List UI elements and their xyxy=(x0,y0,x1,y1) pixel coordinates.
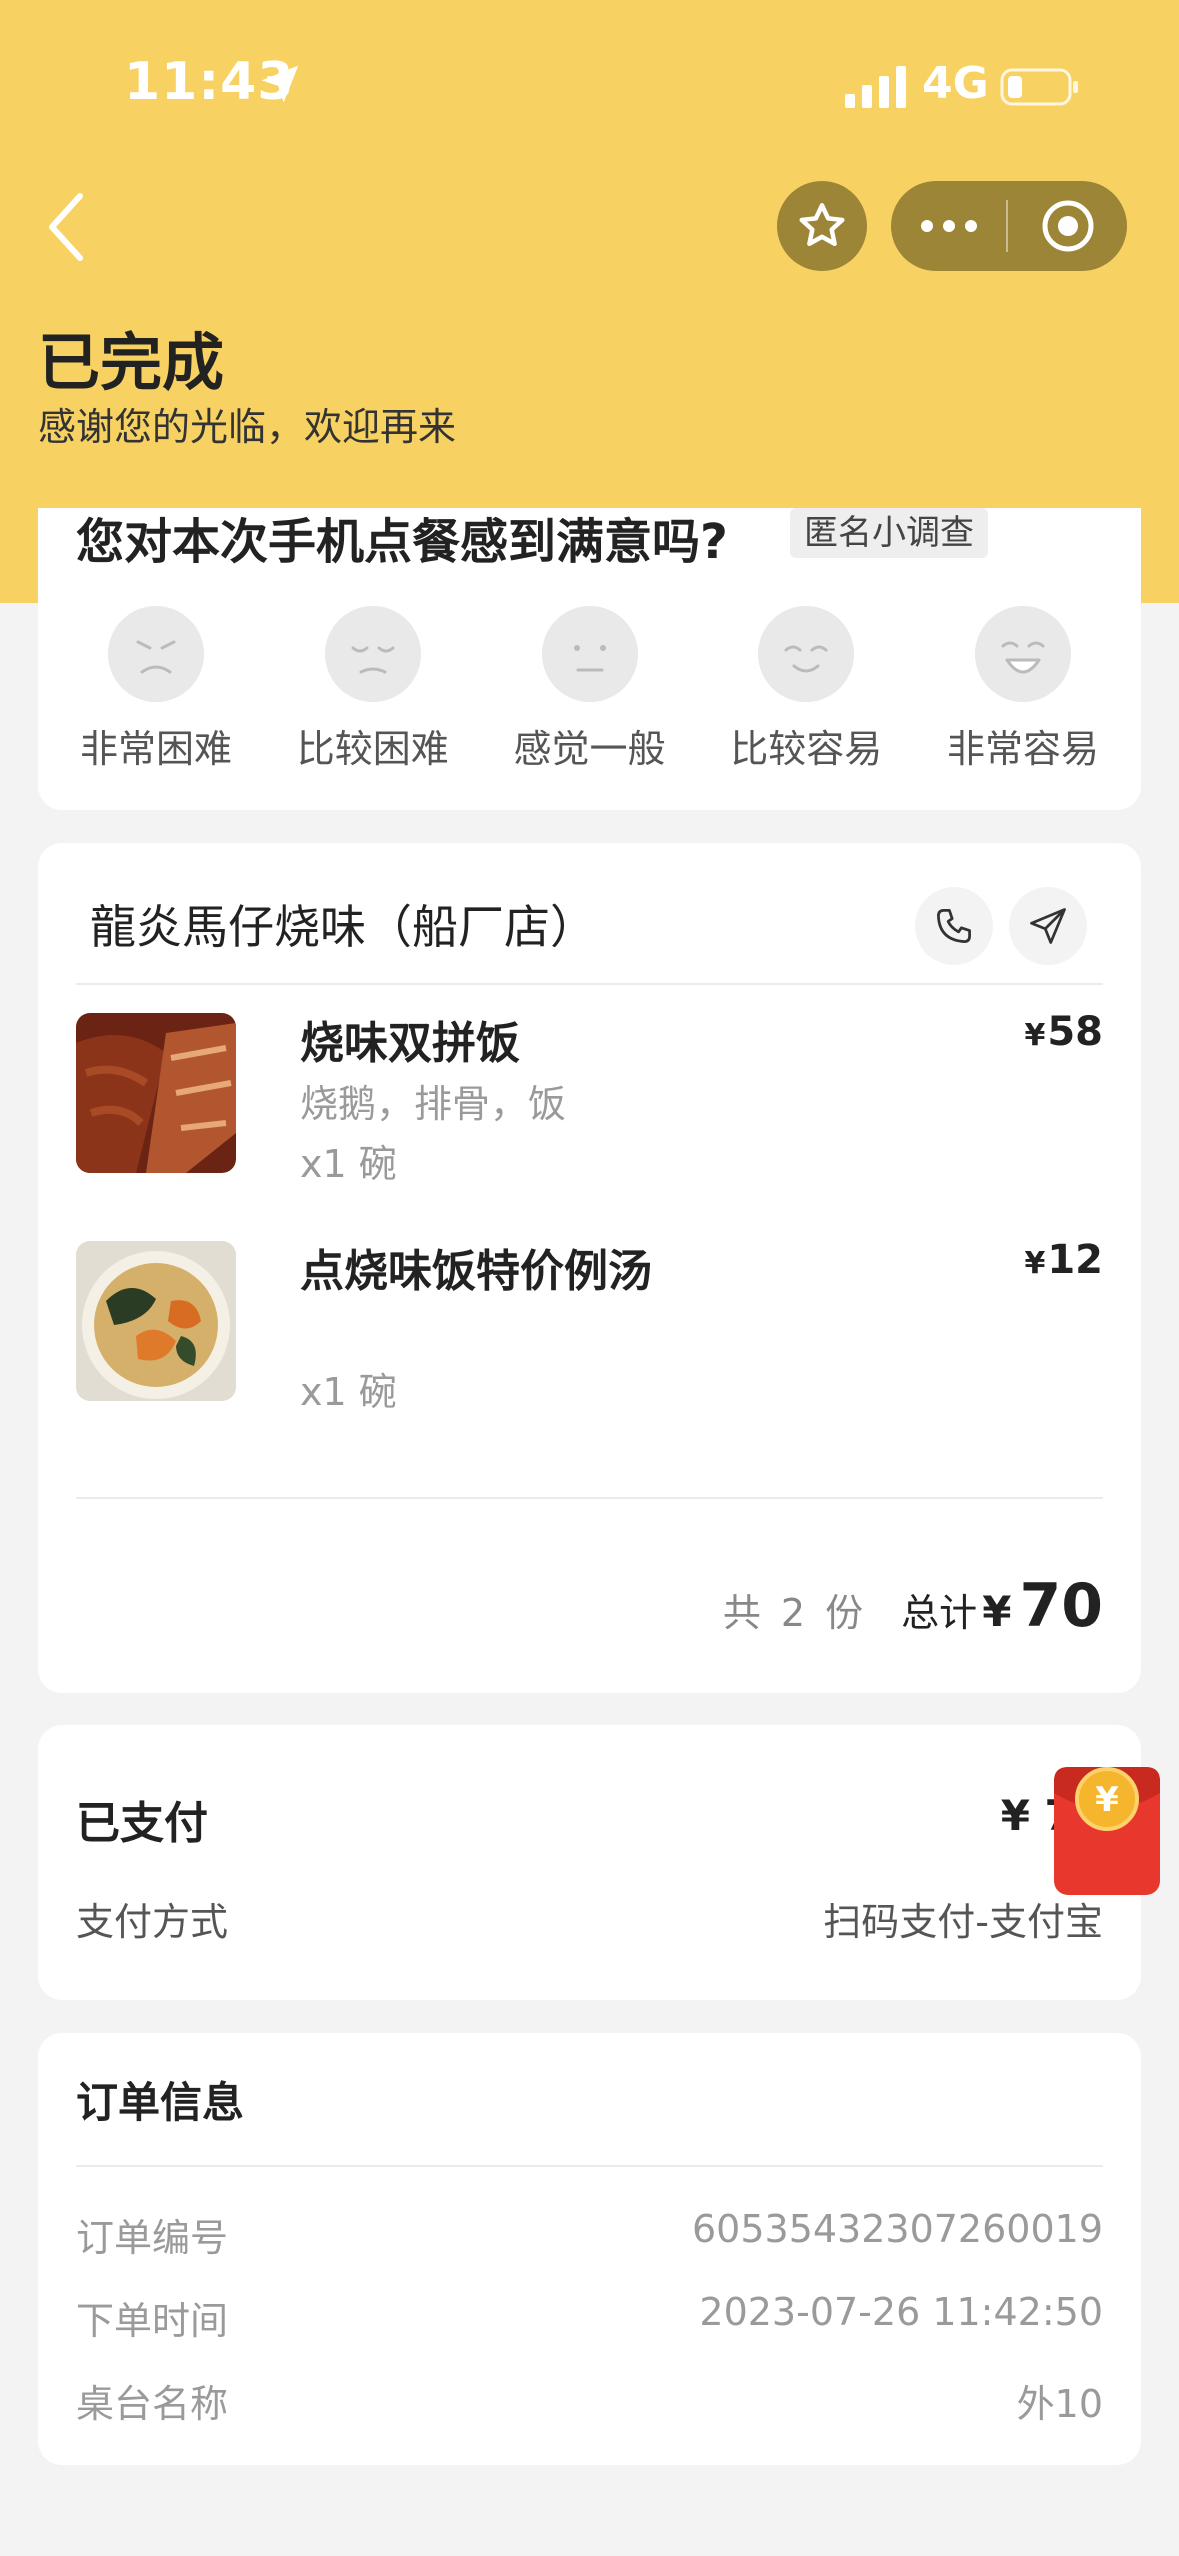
survey-option-easy[interactable]: 比较容易 xyxy=(726,606,886,773)
item-description: 烧鹅，排骨，饭 xyxy=(300,1082,567,1126)
angry-face-icon xyxy=(108,606,204,702)
survey-option-very-hard[interactable]: 非常困难 xyxy=(76,606,236,773)
back-chevron-icon[interactable] xyxy=(44,190,96,264)
order-number-value[interactable]: 60535432307260019 xyxy=(692,2207,1103,2262)
item-quantity: x1 碗 xyxy=(300,1370,397,1414)
item-name: 烧味双拼饭 xyxy=(300,1018,520,1069)
survey-option-label: 比较困难 xyxy=(296,727,449,771)
order-total: 总计 ¥70 xyxy=(901,1571,1103,1641)
order-number-row: 订单编号 60535432307260019 xyxy=(76,2207,1103,2262)
survey-option-very-easy[interactable]: 非常容易 xyxy=(943,606,1103,773)
item-price-value: 58 xyxy=(1047,1009,1103,1055)
order-card: 龍炎馬仔烧味（船厂店） 烧味双拼饭 烧鹅，排骨，饭 x1 碗 ¥58 点烧味饭特… xyxy=(38,843,1141,1693)
info-label: 订单编号 xyxy=(76,2216,229,2260)
order-info-divider xyxy=(76,2165,1103,2167)
call-shop-button[interactable] xyxy=(915,887,993,965)
table-name-row: 桌台名称 外10 xyxy=(76,2373,1103,2428)
total-label: 总计 xyxy=(901,1591,978,1635)
order-info-title: 订单信息 xyxy=(76,2078,245,2127)
currency-symbol: ¥ xyxy=(1024,1018,1046,1053)
phone-icon xyxy=(937,909,971,943)
currency-symbol: ¥ xyxy=(1024,1246,1046,1281)
survey-option-label: 非常困难 xyxy=(79,727,232,771)
close-miniprogram-button[interactable] xyxy=(1008,181,1127,271)
smile-face-icon xyxy=(758,606,855,702)
order-item: 点烧味饭特价例汤 x1 碗 ¥12 xyxy=(76,1237,1103,1414)
survey-option-hard[interactable]: 比较困难 xyxy=(293,606,453,773)
svg-text:¥: ¥ xyxy=(1095,1780,1119,1820)
info-label: 下单时间 xyxy=(76,2299,229,2343)
navigate-shop-button[interactable] xyxy=(1009,887,1087,965)
order-time-value: 2023-07-26 11:42:50 xyxy=(699,2290,1103,2334)
red-packet-icon[interactable]: ¥ xyxy=(1052,1763,1162,1898)
shop-name[interactable]: 龍炎馬仔烧味（船厂店） xyxy=(90,891,596,957)
dish-photo xyxy=(76,1013,236,1173)
miniprogram-capsule xyxy=(891,181,1127,271)
total-currency: ¥ xyxy=(982,1587,1012,1636)
more-dots-icon xyxy=(920,220,977,232)
survey-option-label: 感觉一般 xyxy=(513,727,666,771)
shop-divider xyxy=(76,983,1103,985)
order-status-subtitle: 感谢您的光临，欢迎再来 xyxy=(38,405,457,449)
order-time-row: 下单时间 2023-07-26 11:42:50 xyxy=(76,2290,1103,2345)
laugh-face-icon xyxy=(975,606,1071,702)
order-status-title: 已完成 xyxy=(38,326,225,399)
sad-face-icon xyxy=(324,606,421,702)
navigation-arrow-icon xyxy=(1030,908,1066,944)
payment-method-value: 扫码支付-支付宝 xyxy=(823,1900,1103,1944)
star-icon xyxy=(799,203,845,247)
network-type: 4G xyxy=(922,58,989,109)
order-summary: 共 2 份 总计 ¥70 xyxy=(723,1571,1103,1641)
total-value: 70 xyxy=(1019,1571,1104,1641)
paid-label: 已支付 xyxy=(76,1798,208,1849)
payment-method-label: 支付方式 xyxy=(76,1900,229,1944)
favorite-button[interactable] xyxy=(777,181,867,271)
signal-icon xyxy=(845,66,906,108)
items-divider xyxy=(76,1497,1103,1499)
item-count: 共 2 份 xyxy=(722,1591,868,1635)
order-info-card: 订单信息 订单编号 60535432307260019 下单时间 2023-07… xyxy=(38,2033,1141,2465)
survey-option-label: 比较容易 xyxy=(730,727,883,771)
survey-option-label: 非常容易 xyxy=(946,727,1099,771)
item-quantity: x1 碗 xyxy=(300,1142,397,1186)
neutral-face-icon xyxy=(541,606,638,702)
location-arrow-icon xyxy=(261,65,299,103)
more-button[interactable] xyxy=(891,181,1006,271)
survey-option-neutral[interactable]: 感觉一般 xyxy=(510,606,670,773)
survey-badge: 匿名小调查 xyxy=(790,508,988,558)
item-name: 点烧味饭特价例汤 xyxy=(300,1246,652,1297)
target-circle-icon xyxy=(1042,200,1093,252)
item-price: ¥12 xyxy=(1024,1237,1103,1283)
survey-question: 您对本次手机点餐感到满意吗? xyxy=(76,514,728,570)
info-label: 桌台名称 xyxy=(76,2382,229,2426)
item-price-value: 12 xyxy=(1047,1237,1103,1283)
dish-photo xyxy=(76,1241,236,1401)
survey-card: 您对本次手机点餐感到满意吗? 匿名小调查 非常困难 比较困难 感觉一般 比较容易… xyxy=(38,508,1141,810)
item-price: ¥58 xyxy=(1024,1009,1103,1055)
order-item: 烧味双拼饭 烧鹅，排骨，饭 x1 碗 ¥58 xyxy=(76,1009,1103,1186)
battery-icon xyxy=(1000,68,1078,106)
survey-options: 非常困难 比较困难 感觉一般 比较容易 非常容易 xyxy=(38,606,1141,773)
table-name-value: 外10 xyxy=(1016,2382,1103,2426)
payment-card: 已支付 ¥ 70 支付方式 扫码支付-支付宝 xyxy=(38,1725,1141,2000)
